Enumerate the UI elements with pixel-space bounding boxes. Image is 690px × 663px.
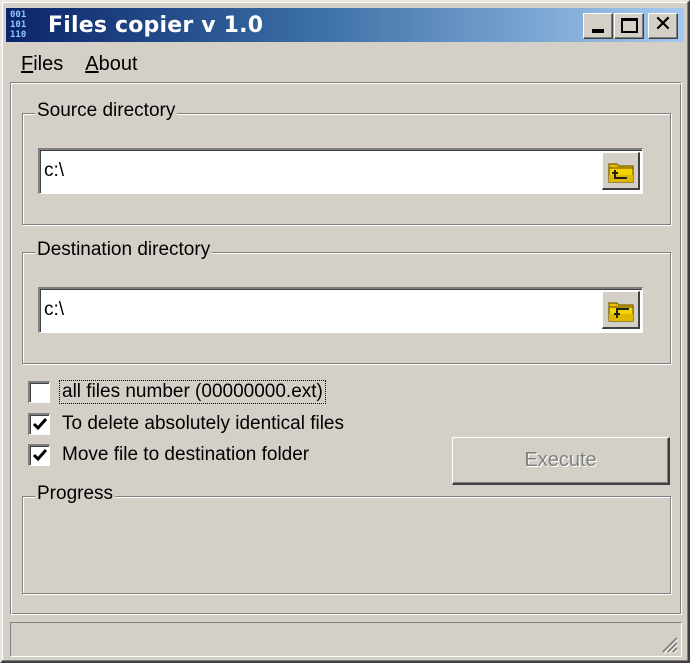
status-bar xyxy=(10,622,682,657)
resize-grip-icon[interactable] xyxy=(657,632,679,654)
source-browse-button[interactable] xyxy=(602,152,640,190)
folder-up-arrow-icon xyxy=(608,163,634,183)
option-move-to-destination-checkbox[interactable] xyxy=(28,444,50,466)
destination-path-field xyxy=(38,287,643,333)
menu-about-mnemonic: A xyxy=(85,52,99,75)
folder-down-arrow-icon xyxy=(608,302,634,322)
option-all-files-number-label[interactable]: all files number (00000000.ext) xyxy=(59,380,326,404)
option-delete-identical[interactable]: To delete absolutely identical files xyxy=(28,410,346,438)
maximize-icon xyxy=(621,18,638,33)
menu-files-mnemonic: F xyxy=(21,52,34,75)
execute-button[interactable]: Execute xyxy=(452,437,670,485)
source-path-input[interactable] xyxy=(44,152,596,190)
option-move-to-destination[interactable]: Move file to destination folder xyxy=(28,441,311,469)
option-move-to-destination-label[interactable]: Move file to destination folder xyxy=(60,444,311,466)
close-icon: ✕ xyxy=(653,12,673,37)
checkmark-icon xyxy=(32,449,48,462)
destination-directory-group: Destination directory xyxy=(22,238,671,364)
progress-label: Progress xyxy=(35,482,116,506)
option-all-files-number-checkbox[interactable] xyxy=(28,381,50,403)
menu-files[interactable]: Files xyxy=(10,51,74,78)
source-directory-group: Source directory xyxy=(22,99,671,225)
app-window: 001 101 110 Files copier v 1.0 ✕ Files A… xyxy=(0,0,690,663)
source-directory-label: Source directory xyxy=(35,99,178,123)
progress-group: Progress xyxy=(22,482,671,594)
minimize-icon xyxy=(592,29,604,33)
minimize-button[interactable] xyxy=(583,13,613,39)
maximize-button[interactable] xyxy=(614,13,644,39)
destination-path-input[interactable] xyxy=(44,291,596,329)
menu-bar: Files About xyxy=(10,48,149,80)
menu-files-label: iles xyxy=(33,52,64,75)
binary-digits-icon: 001 101 110 xyxy=(10,10,27,40)
option-all-files-number[interactable]: all files number (00000000.ext) xyxy=(28,378,326,406)
source-path-field xyxy=(38,148,643,194)
menu-about[interactable]: About xyxy=(74,51,148,78)
option-delete-identical-checkbox[interactable] xyxy=(28,413,50,435)
window-title: Files copier v 1.0 xyxy=(48,12,264,38)
destination-directory-label: Destination directory xyxy=(35,238,213,262)
option-delete-identical-label[interactable]: To delete absolutely identical files xyxy=(60,413,346,435)
checkmark-icon xyxy=(32,418,48,431)
destination-browse-button[interactable] xyxy=(602,291,640,329)
client-area: Source directory Destination directory xyxy=(10,82,682,615)
title-bar[interactable]: 001 101 110 Files copier v 1.0 ✕ xyxy=(6,8,684,42)
menu-about-label: bout xyxy=(98,52,138,75)
close-button[interactable]: ✕ xyxy=(648,12,678,39)
